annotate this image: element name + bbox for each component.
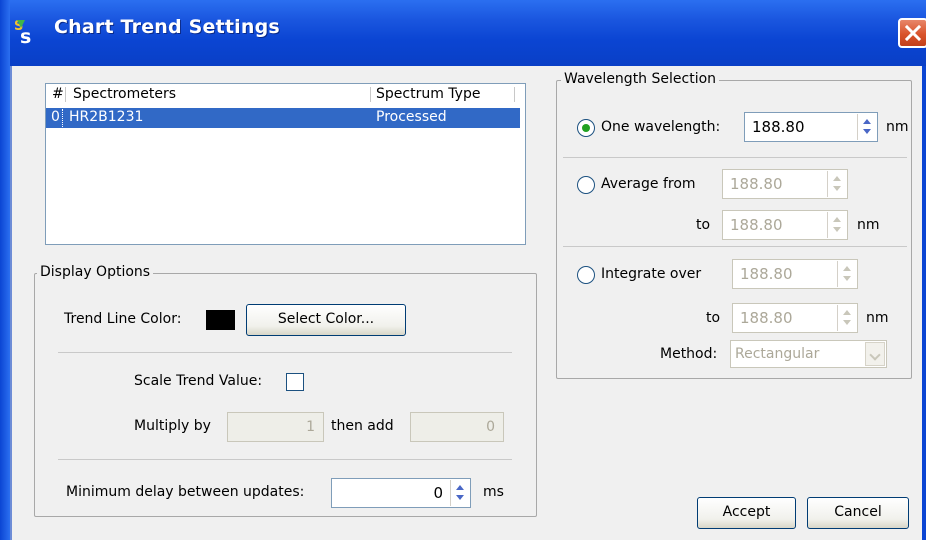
method-select[interactable]: Rectangular [730, 340, 887, 368]
divider [58, 352, 512, 353]
spin-down-icon[interactable] [456, 495, 464, 500]
app-logo-icon: S s [14, 17, 44, 48]
spin-down-icon[interactable] [843, 276, 851, 281]
multiply-by-value: 1 [306, 419, 315, 435]
table-cell-index: 0 [51, 109, 60, 125]
spectrometer-table[interactable]: # Spectrometers Spectrum Type 0 HR2B1231… [45, 83, 526, 245]
integrate-from-spinner[interactable]: 188.80 [732, 259, 858, 289]
chart-trend-settings-dialog: S s Chart Trend Settings # Spectrometers… [0, 0, 926, 540]
accept-button[interactable]: Accept [697, 497, 796, 529]
column-separator[interactable] [370, 87, 371, 102]
divider [58, 459, 512, 460]
integrate-to-spinner[interactable]: 188.80 [732, 303, 858, 333]
table-header: # Spectrometers Spectrum Type [46, 84, 525, 104]
spin-up-icon[interactable] [833, 176, 841, 181]
trend-line-color-label: Trend Line Color: [64, 311, 182, 327]
table-cell-spectrometer: HR2B1231 [69, 109, 144, 125]
cell-focus-marker [62, 109, 63, 127]
average-from-spin-buttons[interactable] [827, 171, 846, 197]
then-add-label: then add [331, 418, 394, 434]
cancel-button[interactable]: Cancel [807, 497, 909, 529]
integrate-radio[interactable] [577, 266, 595, 284]
window-frame-left [0, 0, 10, 540]
display-options-legend: Display Options [37, 264, 154, 280]
one-wavelength-spin-buttons[interactable] [857, 114, 876, 140]
window-frame-right [922, 66, 926, 540]
trend-line-color-swatch [206, 310, 235, 330]
multiply-by-label: Multiply by [134, 418, 211, 434]
spin-up-icon[interactable] [843, 266, 851, 271]
spin-up-icon[interactable] [456, 485, 464, 490]
wavelength-selection-legend: Wavelength Selection [561, 71, 720, 87]
scale-trend-label: Scale Trend Value: [134, 373, 263, 389]
svg-text:s: s [20, 26, 31, 45]
integrate-to-spin-buttons[interactable] [837, 305, 856, 331]
average-to-spin-buttons[interactable] [827, 212, 846, 238]
spin-down-icon[interactable] [833, 227, 841, 232]
average-unit: nm [857, 217, 880, 233]
divider [563, 246, 907, 247]
average-to-spinner[interactable]: 188.80 [722, 210, 848, 240]
spin-down-icon[interactable] [833, 186, 841, 191]
one-wavelength-spinner[interactable]: 188.80 [744, 112, 878, 142]
spin-up-icon[interactable] [863, 119, 871, 124]
divider [563, 157, 907, 158]
method-value: Rectangular [735, 346, 820, 362]
average-from-value: 188.80 [730, 175, 783, 193]
close-icon [904, 24, 922, 42]
table-cell-spectrum-type: Processed [376, 109, 447, 125]
one-wavelength-unit: nm [886, 119, 909, 135]
spin-up-icon[interactable] [833, 217, 841, 222]
min-delay-label: Minimum delay between updates: [66, 484, 305, 500]
average-from-spinner[interactable]: 188.80 [722, 169, 848, 199]
multiply-by-field[interactable]: 1 [227, 412, 324, 442]
spin-down-icon[interactable] [863, 129, 871, 134]
window-title: Chart Trend Settings [54, 16, 280, 38]
then-add-value: 0 [486, 419, 495, 435]
then-add-field[interactable]: 0 [410, 412, 504, 442]
integrate-over-label: Integrate over [601, 266, 702, 282]
average-from-label: Average from [601, 176, 696, 192]
min-delay-spinner[interactable]: 0 [331, 478, 471, 508]
column-header-spectrometers: Spectrometers [73, 86, 176, 102]
column-separator[interactable] [65, 87, 66, 102]
one-wavelength-label: One wavelength: [601, 119, 721, 135]
integrate-to-value: 188.80 [740, 309, 793, 327]
title-bar: S s Chart Trend Settings [0, 0, 926, 66]
integrate-from-spin-buttons[interactable] [837, 261, 856, 287]
one-wavelength-value: 188.80 [752, 118, 805, 136]
min-delay-value: 0 [433, 484, 443, 502]
average-to-value: 188.80 [730, 216, 783, 234]
table-row[interactable]: 0 HR2B1231 Processed [46, 108, 520, 128]
spin-down-icon[interactable] [843, 320, 851, 325]
one-wavelength-radio[interactable] [577, 119, 595, 137]
average-radio[interactable] [577, 176, 595, 194]
integrate-from-value: 188.80 [740, 265, 793, 283]
method-label: Method: [660, 346, 718, 362]
select-color-button[interactable]: Select Color... [246, 304, 406, 336]
scale-trend-checkbox[interactable] [286, 373, 304, 391]
min-delay-spin-buttons[interactable] [450, 480, 469, 506]
column-header-spectrum-type: Spectrum Type [376, 86, 481, 102]
average-to-label: to [696, 217, 711, 233]
min-delay-unit: ms [483, 484, 504, 500]
chevron-down-icon[interactable] [865, 342, 885, 366]
close-button[interactable] [898, 18, 926, 48]
integrate-to-label: to [706, 310, 721, 326]
integrate-unit: nm [866, 310, 889, 326]
spin-up-icon[interactable] [843, 310, 851, 315]
column-separator[interactable] [514, 87, 515, 102]
column-header-index: # [52, 86, 64, 102]
